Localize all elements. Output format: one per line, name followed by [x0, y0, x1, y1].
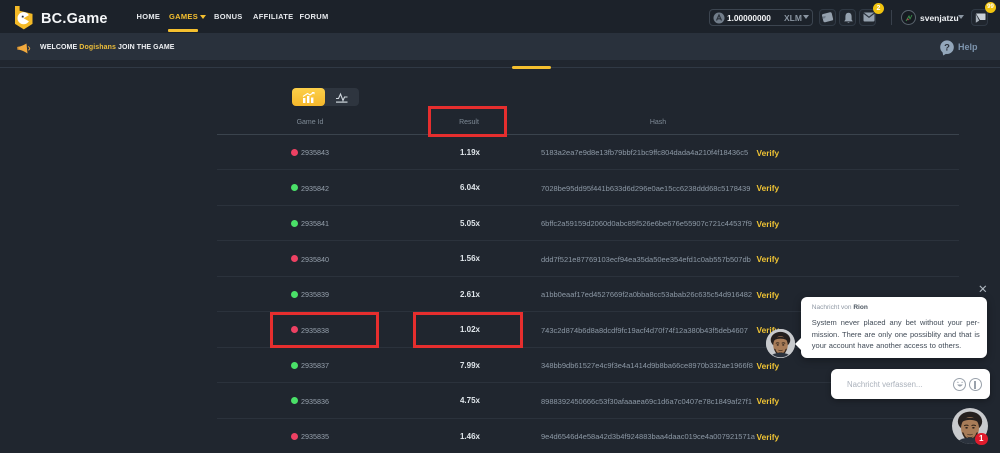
svg-text:?: ? [944, 42, 950, 53]
